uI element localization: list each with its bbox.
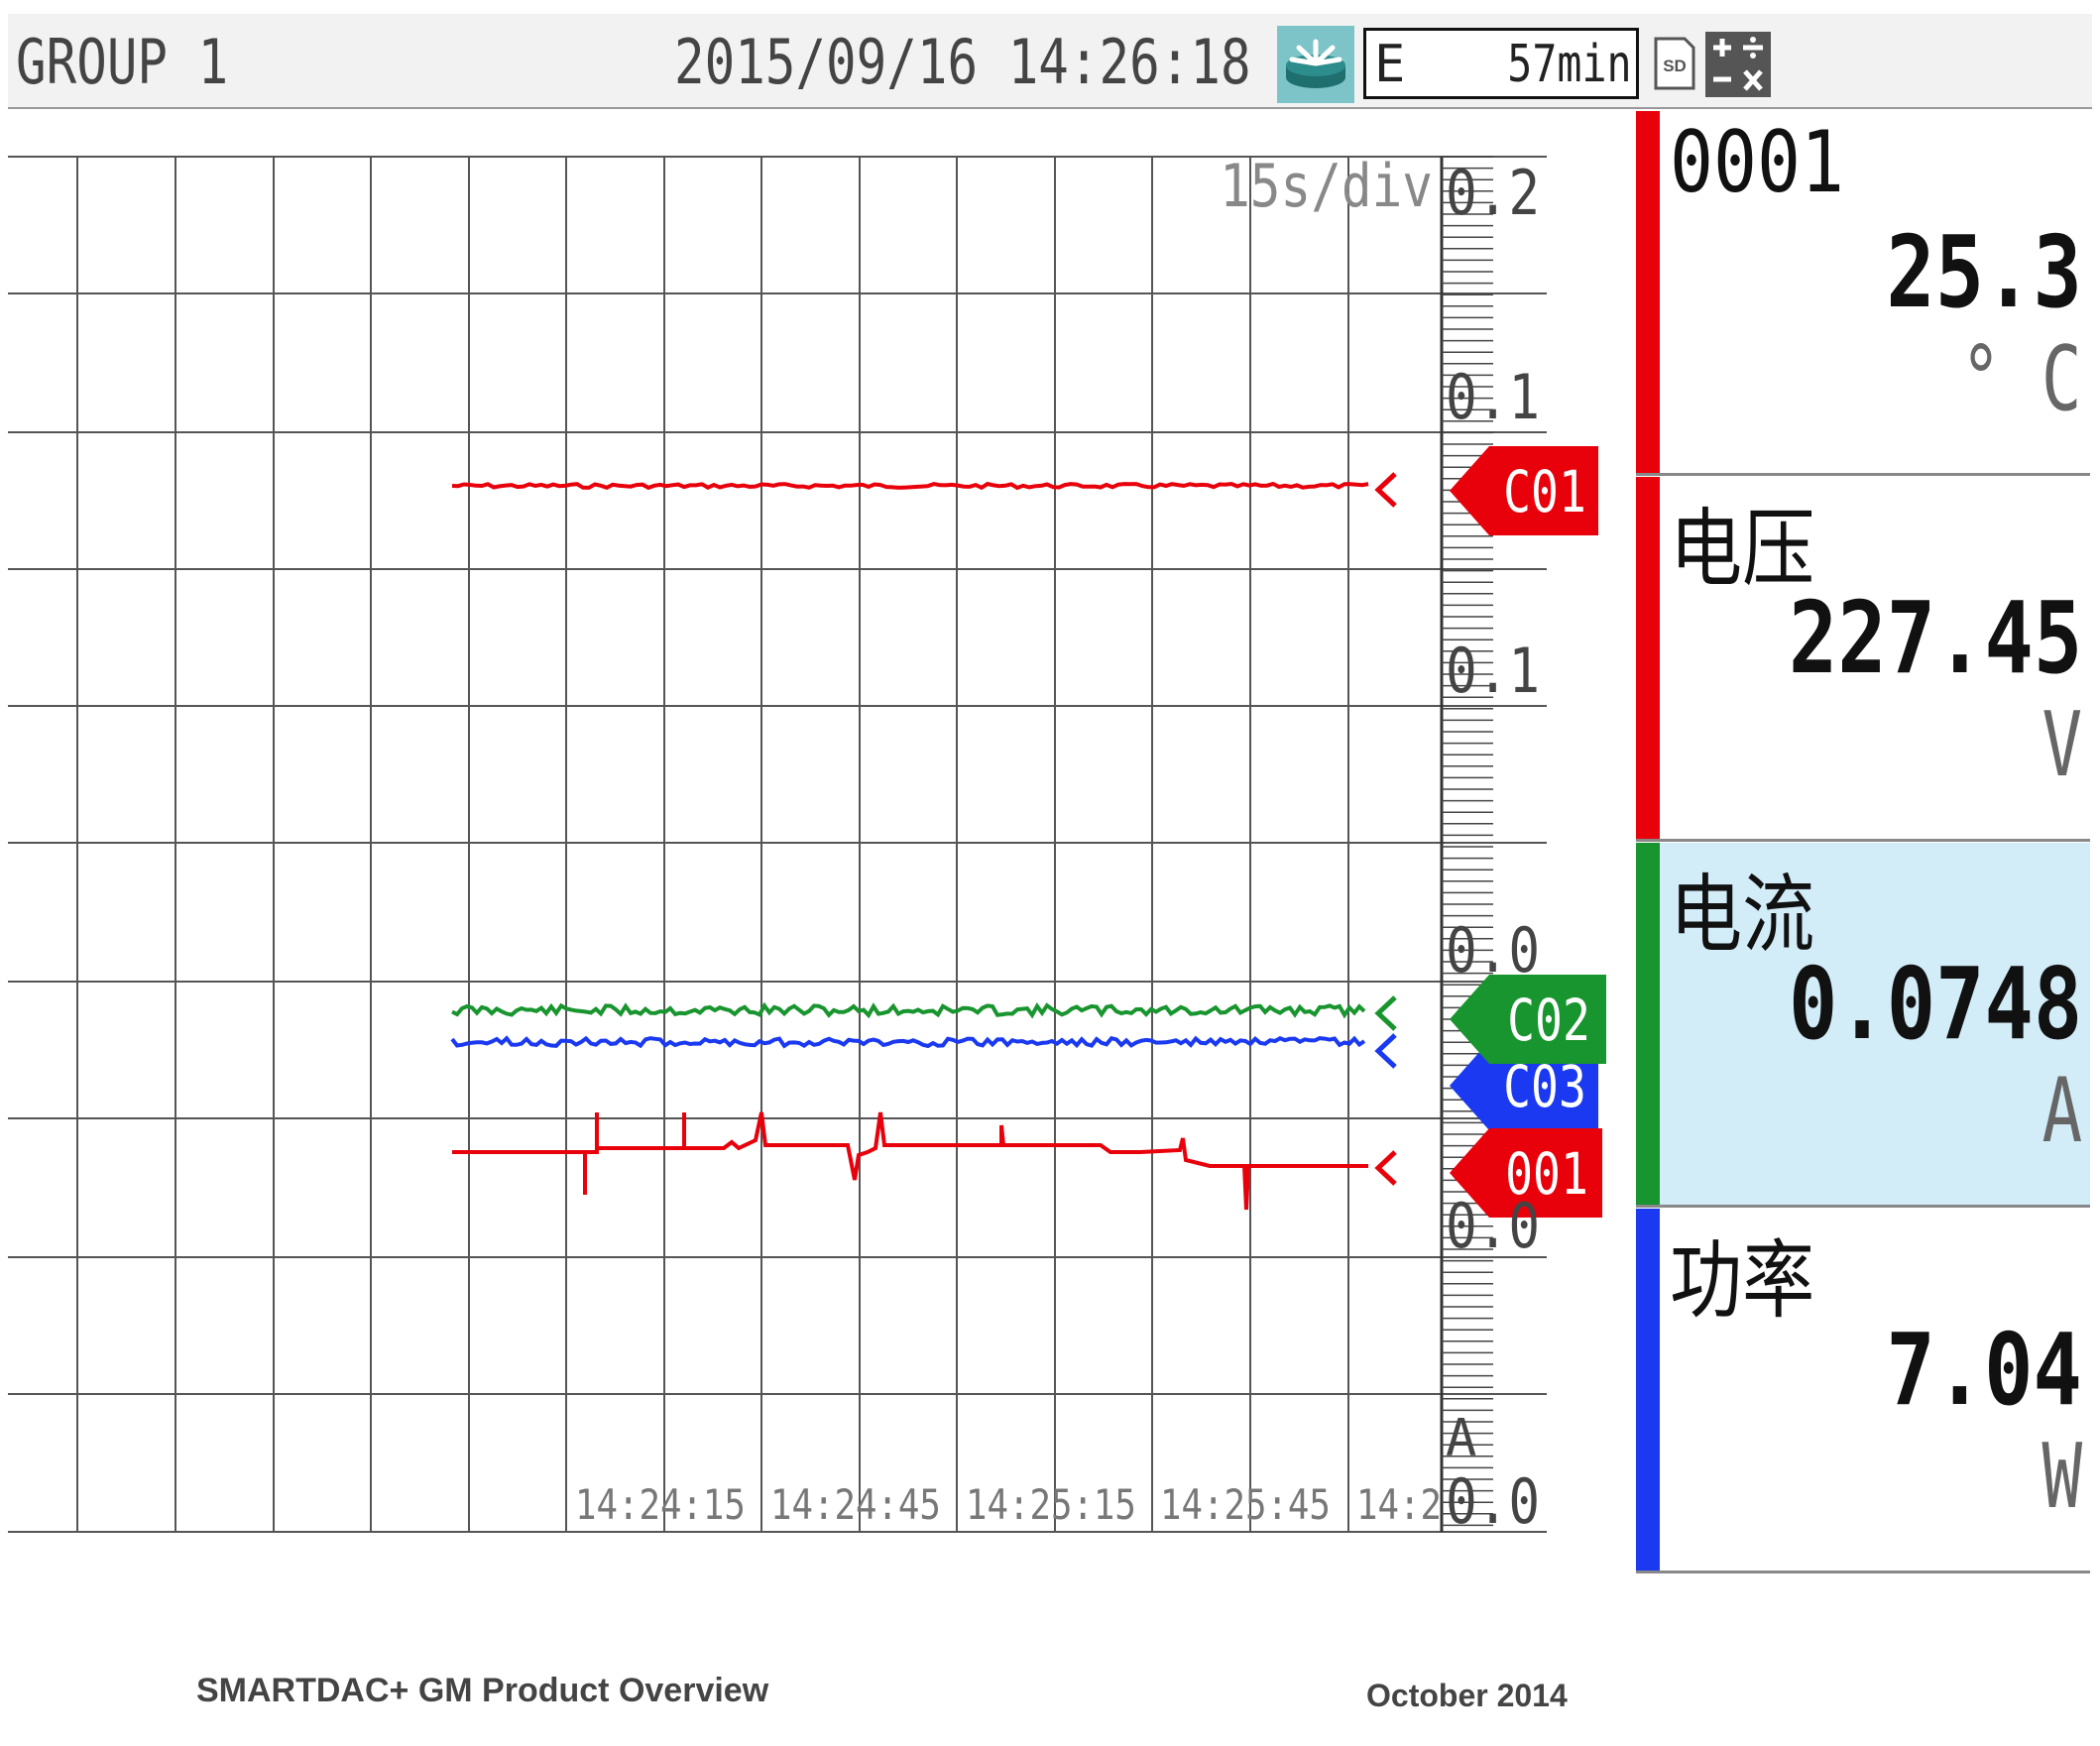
scale-label: 0.1	[1446, 362, 1540, 433]
marker-tag-c02: C02	[1450, 975, 1606, 1064]
marker-tag-label: C01	[1503, 459, 1586, 525]
trend-grid	[8, 156, 1547, 1533]
channel-tag: 功率	[1670, 1231, 1815, 1331]
scale-labels: 0.20.10.10.00.00.0A	[1446, 158, 1540, 1538]
scale-label: 0.0	[1446, 1191, 1540, 1262]
channel-markers: C03C01C02001	[1374, 446, 1606, 1218]
scale-label: 0.0	[1446, 1466, 1540, 1538]
trend-traces	[450, 481, 1369, 1211]
trace-c01	[451, 481, 1369, 491]
scale-unit-label: A	[1446, 1409, 1476, 1468]
channel-value: 0.0748	[1788, 946, 2082, 1062]
time-per-div-label: 15s/div	[1220, 152, 1433, 221]
channel-color-bar	[1636, 1209, 1660, 1571]
time-label: 14:24:45	[770, 1481, 941, 1529]
channel-cell[interactable]: 0001 25.3 ° C	[1636, 111, 2090, 476]
time-label: 14:25:45	[1160, 1481, 1331, 1529]
digital-value-panel: 0001 25.3 ° C 电压 227.45 V 电流 0.0748 A 功率 7.04 W	[1636, 111, 2090, 1578]
marker-arrow-c03	[1374, 1033, 1397, 1069]
scale-label: 0.2	[1446, 158, 1540, 229]
channel-value: 227.45	[1788, 580, 2082, 696]
marker-arrow-c01	[1374, 472, 1397, 508]
marker-arrow-c02	[1374, 995, 1397, 1031]
channel-unit: ° C	[1961, 327, 2082, 431]
channel-cell[interactable]: 电压 227.45 V	[1636, 477, 2090, 842]
channel-unit: V	[2042, 693, 2082, 797]
marker-arrow-001	[1374, 1150, 1397, 1186]
marker-tag-label: C02	[1507, 988, 1590, 1054]
sd-label: SD	[1663, 57, 1687, 75]
channel-color-bar	[1636, 843, 1660, 1205]
channel-tag: 0001	[1670, 113, 1845, 212]
trace-001	[452, 1111, 1368, 1211]
trace-c02	[451, 1001, 1366, 1019]
channel-value: 25.3	[1886, 214, 2082, 330]
footer-title: SMARTDAC+ GM Product Overview	[196, 1672, 769, 1709]
channel-color-bar	[1636, 111, 1660, 473]
channel-value: 7.04	[1886, 1312, 2082, 1428]
time-label: 14:24:15	[575, 1481, 746, 1529]
channel-cell[interactable]: 电流 0.0748 A	[1636, 843, 2090, 1208]
channel-unit: W	[2042, 1425, 2082, 1529]
math-icon[interactable]	[1705, 32, 1771, 97]
trace-c03	[450, 1035, 1366, 1049]
sd-card-icon[interactable]: SD	[1653, 36, 1696, 91]
channel-unit: A	[2042, 1059, 2082, 1163]
trend-chart[interactable]: C03C01C02001 15s/div 14:24:15 14:24:45 14:…	[0, 0, 1636, 1586]
marker-tag-c01: C01	[1450, 446, 1598, 535]
channel-cell[interactable]: 功率 7.04 W	[1636, 1209, 2090, 1573]
marker-tag-label: C03	[1503, 1054, 1586, 1120]
time-axis-labels: 14:24:15 14:24:45 14:25:15 14:25:45 14:2	[575, 1481, 1442, 1529]
footer-date: October 2014	[1366, 1678, 1568, 1713]
channel-color-bar	[1636, 477, 1660, 839]
scale-label: 0.0	[1446, 915, 1540, 987]
scale-label: 0.1	[1446, 636, 1540, 707]
time-label: 14:2	[1356, 1481, 1442, 1529]
time-label: 14:25:15	[966, 1481, 1136, 1529]
